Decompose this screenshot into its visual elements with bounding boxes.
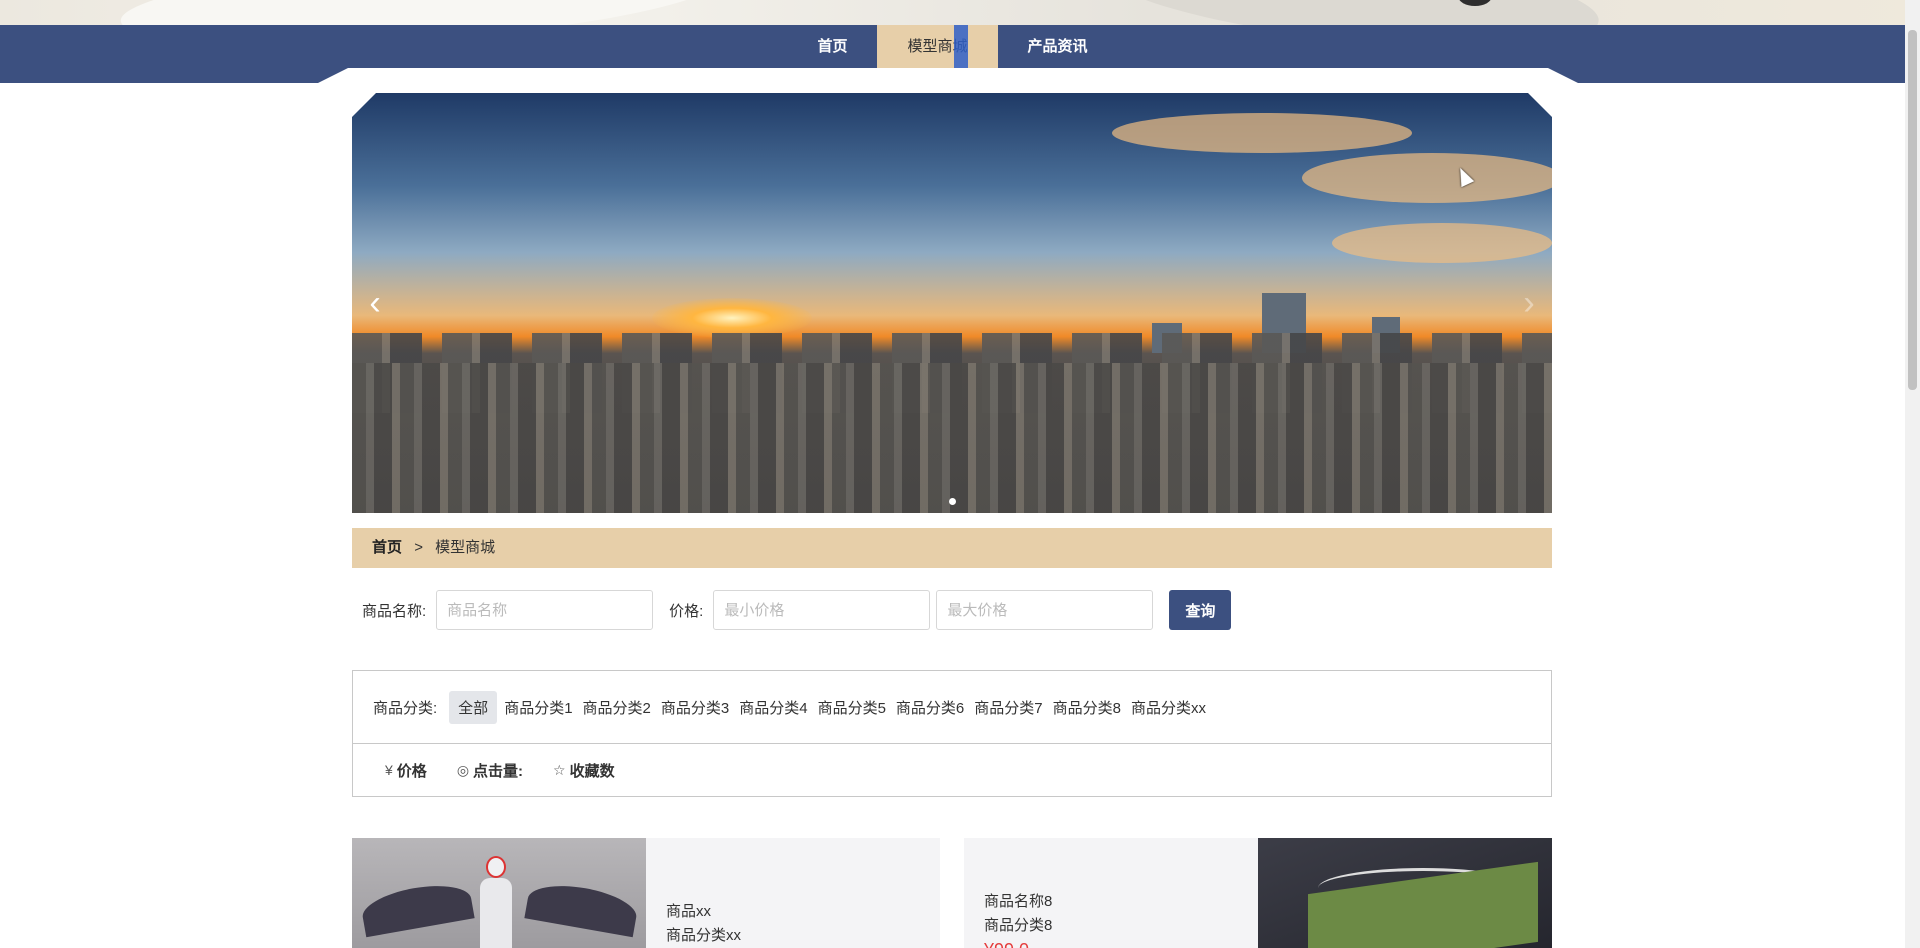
sort-label: 点击量: — [473, 762, 524, 780]
banner-sun — [652, 298, 812, 338]
hero-carousel: ‹ › — [352, 93, 1552, 513]
max-price-input[interactable] — [936, 590, 1154, 630]
nav-item-product-news[interactable]: 产品资讯 — [998, 25, 1118, 68]
min-price-input[interactable] — [713, 590, 931, 630]
category-item[interactable]: 商品分类4 — [734, 691, 812, 724]
filter-panel: 商品分类: 全部 商品分类1 商品分类2 商品分类3 商品分类4 商品分类5 商… — [352, 670, 1552, 797]
sort-label: 收藏数 — [569, 762, 615, 780]
sort-row: ¥ 价格 ◎ 点击量: ☆ 收藏数 — [353, 744, 1551, 796]
product-name-input[interactable] — [436, 590, 654, 630]
figure-model — [472, 856, 518, 948]
sort-by-favorites[interactable]: ☆ 收藏数 — [553, 760, 615, 781]
category-row: 商品分类: 全部 商品分类1 商品分类2 商品分类3 商品分类4 商品分类5 商… — [353, 671, 1551, 744]
category-all[interactable]: 全部 — [449, 690, 498, 724]
product-card[interactable]: 商品名称8 商品分类8 ¥99.0 — [964, 838, 1552, 948]
product-category: 商品分类8 — [984, 917, 1053, 934]
nav-item-label: 产品资讯 — [1027, 38, 1088, 55]
category-item[interactable]: 商品分类3 — [656, 691, 734, 724]
top-decorative-band — [0, 0, 1920, 26]
search-bar: 商品名称: 价格: 查询 — [352, 588, 1552, 632]
product-category: 商品分类xx — [666, 927, 742, 944]
product-image[interactable] — [1258, 838, 1552, 948]
figure-wing — [359, 878, 475, 938]
nav-item-label: 首页 — [817, 38, 848, 55]
figure-wing — [524, 878, 640, 938]
product-name-label: 商品名称: — [362, 602, 427, 620]
search-button[interactable]: 查询 — [1169, 590, 1232, 630]
yen-icon: ¥ — [385, 762, 393, 778]
product-price: ¥99.0 — [984, 938, 1258, 948]
product-image[interactable] — [352, 838, 646, 948]
category-label: 商品分类: — [373, 699, 438, 717]
carousel-dot[interactable] — [948, 498, 956, 505]
sort-label: 价格 — [396, 762, 427, 780]
banner-cloud — [1302, 153, 1552, 203]
sort-by-clicks[interactable]: ◎ 点击量: — [457, 760, 523, 781]
scrollbar-thumb[interactable] — [1908, 30, 1917, 390]
category-item[interactable]: 商品分类8 — [1048, 691, 1126, 724]
breadcrumb-home-link[interactable]: 首页 — [372, 539, 402, 556]
category-item[interactable]: 商品分类7 — [969, 691, 1047, 724]
nav-menu: 首页 模型商城 产品资讯 — [0, 25, 1905, 68]
banner-city — [352, 363, 1552, 513]
category-item[interactable]: 商品分类5 — [813, 691, 891, 724]
category-item[interactable]: 商品分类xx — [1126, 691, 1211, 724]
chevron-right-icon: › — [1523, 284, 1535, 322]
carousel-indicators — [352, 498, 1552, 505]
price-label: 价格: — [669, 602, 704, 620]
chevron-left-icon: ‹ — [369, 284, 381, 322]
product-name[interactable]: 商品名称8 — [984, 890, 1258, 914]
nav-item-model-mall[interactable]: 模型商城 — [877, 25, 998, 68]
carousel-prev-button[interactable]: ‹ — [360, 283, 390, 323]
breadcrumb-current: 模型商城 — [435, 539, 496, 556]
sort-by-price[interactable]: ¥ 价格 — [385, 760, 427, 781]
product-card[interactable]: 商品xx 商品分类xx — [352, 838, 940, 948]
decorative-swoosh — [1096, 0, 1604, 26]
text-selection-highlight — [953, 25, 968, 68]
page-scrollbar[interactable] — [1905, 0, 1920, 948]
banner-cloud — [1332, 223, 1552, 263]
product-name[interactable]: 商品xx — [666, 900, 940, 924]
nav-notch-decoration — [318, 68, 1578, 83]
category-item[interactable]: 商品分类1 — [499, 691, 577, 724]
product-info: 商品名称8 商品分类8 ¥99.0 — [964, 838, 1258, 948]
category-item[interactable]: 商品分类2 — [578, 691, 656, 724]
carousel-next-button[interactable]: › — [1514, 283, 1544, 323]
eye-icon: ◎ — [456, 761, 470, 778]
nav-item-home[interactable]: 首页 — [787, 25, 877, 68]
star-icon: ☆ — [553, 761, 566, 778]
breadcrumb-separator: > — [414, 539, 423, 556]
breadcrumb: 首页 > 模型商城 — [352, 528, 1552, 568]
decorative-swoosh — [117, 0, 723, 26]
product-info: 商品xx 商品分类xx — [646, 838, 940, 948]
banner-cloud — [1112, 113, 1412, 153]
category-item[interactable]: 商品分类6 — [891, 691, 969, 724]
